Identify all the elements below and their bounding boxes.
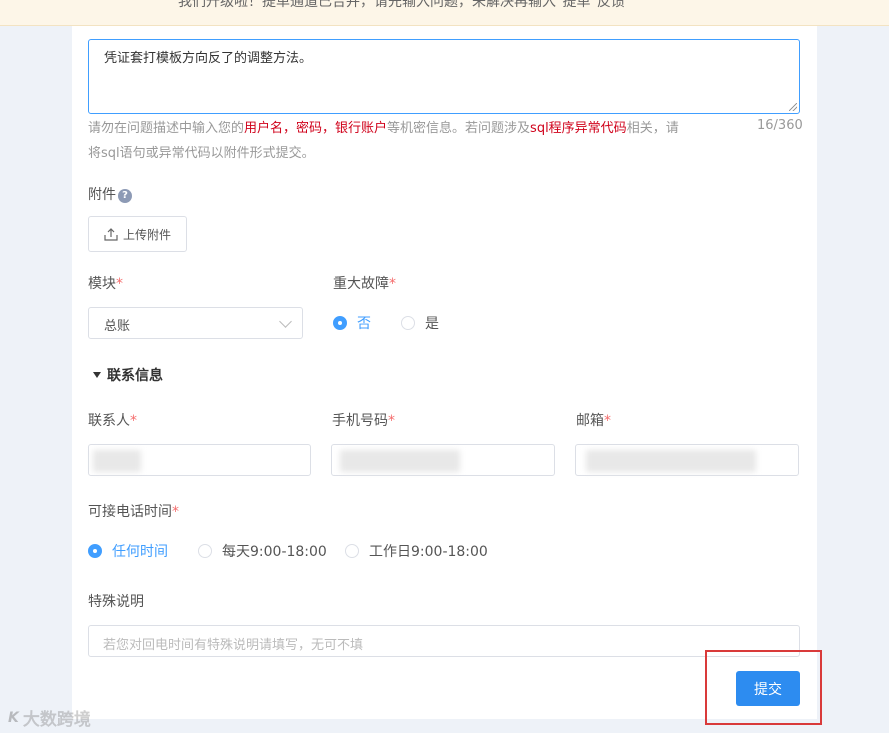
- major-fault-label: 重大故障*: [333, 273, 396, 293]
- hint-text: 等机密信息。若问题涉及: [387, 121, 531, 136]
- phone-input[interactable]: [331, 444, 555, 476]
- upload-attachment-label: 上传附件: [123, 228, 172, 242]
- radio-unchecked-icon: [198, 544, 212, 558]
- description-value: 凭证套打模板方向反了的调整方法。: [104, 51, 313, 66]
- watermark-logo: K: [8, 709, 19, 726]
- radio-checked-icon: [333, 316, 347, 330]
- phone-label: 手机号码*: [332, 410, 395, 430]
- radio-unchecked-icon: [401, 316, 415, 330]
- email-label-text: 邮箱: [576, 413, 604, 429]
- contact-person-input[interactable]: [88, 444, 311, 476]
- call-time-radio-daily[interactable]: 每天9:00-18:00: [198, 541, 327, 561]
- attachment-label-text: 附件: [88, 187, 116, 203]
- required-marker: *: [130, 413, 137, 429]
- special-notes-placeholder: 若您对回电时间有特殊说明请填写，无可不填: [103, 638, 364, 653]
- phone-label-text: 手机号码: [332, 413, 388, 429]
- resize-handle[interactable]: [789, 103, 797, 111]
- redacted-value: [340, 450, 460, 472]
- highlight-annotation: [705, 650, 822, 725]
- radio-checked-icon: [88, 544, 102, 558]
- call-time-radio-workday[interactable]: 工作日9:00-18:00: [345, 541, 488, 561]
- description-textarea[interactable]: 凭证套打模板方向反了的调整方法。: [88, 39, 800, 114]
- module-select[interactable]: 总账: [88, 307, 303, 339]
- call-time-any-label: 任何时间: [112, 544, 168, 560]
- hint-sensitive-credentials: 用户名，密码，银行账户: [244, 121, 388, 136]
- help-icon[interactable]: ?: [118, 189, 132, 203]
- module-label: 模块*: [88, 273, 123, 293]
- special-notes-label: 特殊说明: [88, 594, 144, 610]
- notice-text: 我们升级啦！提单通道已合并，请先输入问题，未解决再输入"提单"反馈: [178, 0, 625, 10]
- sensitive-info-hint: 请勿在问题描述中输入您的用户名，密码，银行账户等机密信息。若问题涉及sql程序异…: [88, 116, 688, 166]
- upload-attachment-button[interactable]: 上传附件: [88, 216, 187, 252]
- required-marker: *: [389, 276, 396, 292]
- contact-person-label-text: 联系人: [88, 413, 130, 429]
- major-fault-label-text: 重大故障: [333, 276, 389, 292]
- special-notes-input[interactable]: 若您对回电时间有特殊说明请填写，无可不填: [88, 625, 800, 657]
- required-marker: *: [116, 276, 123, 292]
- radio-unchecked-icon: [345, 544, 359, 558]
- contact-person-label: 联系人*: [88, 410, 137, 430]
- contact-section-title: 联系信息: [107, 368, 163, 384]
- redacted-value: [586, 450, 756, 472]
- module-label-text: 模块: [88, 276, 116, 292]
- redacted-value: [93, 450, 141, 472]
- required-marker: *: [172, 504, 179, 520]
- required-marker: *: [604, 413, 611, 429]
- email-input[interactable]: [575, 444, 799, 476]
- major-fault-radio-no[interactable]: 否: [333, 313, 371, 333]
- contact-section-toggle[interactable]: 联系信息: [93, 365, 163, 385]
- attachment-label: 附件?: [88, 184, 132, 204]
- call-time-label-text: 可接电话时间: [88, 504, 172, 520]
- watermark-text: 大数跨境: [22, 710, 91, 730]
- required-marker: *: [388, 413, 395, 429]
- caret-down-icon: [93, 372, 101, 378]
- char-counter: 16/360: [757, 118, 803, 133]
- email-label: 邮箱*: [576, 410, 611, 430]
- chevron-down-icon: [279, 315, 292, 328]
- hint-sensitive-sql: sql程序异常代码: [530, 121, 627, 136]
- major-fault-yes-label: 是: [425, 316, 439, 332]
- module-select-value: 总账: [104, 319, 131, 334]
- call-time-label: 可接电话时间*: [88, 501, 179, 521]
- major-fault-no-label: 否: [357, 316, 371, 332]
- call-time-daily-label: 每天9:00-18:00: [222, 544, 327, 560]
- call-time-radio-any[interactable]: 任何时间: [88, 541, 168, 561]
- call-time-workday-label: 工作日9:00-18:00: [369, 544, 488, 560]
- hint-text: 请勿在问题描述中输入您的: [88, 121, 245, 136]
- major-fault-radio-yes[interactable]: 是: [401, 313, 439, 333]
- upload-icon: [104, 228, 118, 241]
- notice-banner: 我们升级啦！提单通道已合并，请先输入问题，未解决再输入"提单"反馈: [0, 0, 889, 26]
- watermark: K 大数跨境: [8, 705, 91, 731]
